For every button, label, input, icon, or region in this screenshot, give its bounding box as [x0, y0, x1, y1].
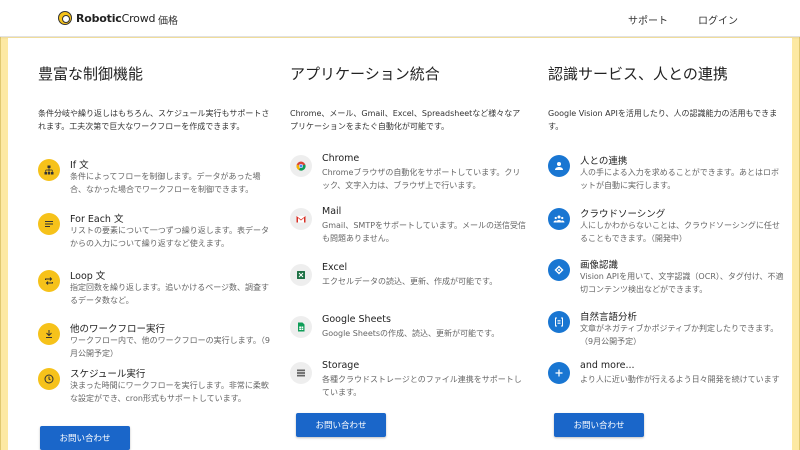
feature-item-desc: Vision APIを用いて、文字認識（OCR）、タグ付け、不適切コンテンツ検出…	[580, 272, 784, 294]
language-icon	[548, 311, 570, 333]
nav-support-link[interactable]: サポート	[628, 12, 668, 27]
feature-item-sheets: Google Sheets Google Sheetsの作成、読込、更新が可能で…	[290, 314, 530, 364]
column-title: 認識サービス、人との連携	[548, 65, 728, 83]
feature-item-desc: 人の手による入力を求めることができます。あとはロボットが自動に実行します。	[580, 168, 779, 190]
feature-item-title: and more...	[580, 360, 635, 371]
feature-item-chrome: Chrome Chromeブラウザの自動化をサポートしています。クリック、文字入…	[290, 153, 530, 203]
column-title: 豊富な制御機能	[38, 65, 144, 83]
column-description: Google Vision APIを活用したり、人の認識能力の活用もできます。	[548, 109, 778, 131]
feature-item-title: 人との連携	[580, 156, 628, 167]
excel-icon	[290, 264, 312, 286]
feature-item-crowdsourcing: クラウドソーシング 人にしかわからないことは、クラウドソーシングに任せることもで…	[548, 206, 788, 256]
feature-item-title: For Each 文	[70, 214, 124, 225]
feature-item-title: Storage	[322, 360, 360, 371]
nav-pricing-link[interactable]: 価格	[158, 12, 178, 27]
vision-icon	[548, 259, 570, 281]
download-icon	[38, 323, 60, 345]
feature-item-title: 自然言語分析	[580, 312, 638, 323]
feature-item-more: and more... より人に近い動作が行えるよう日々開発を続けています	[548, 360, 788, 410]
feature-item-desc: Chromeブラウザの自動化をサポートしています。クリック、文字入力は、ブラウザ…	[322, 168, 521, 190]
feature-item-foreach: For Each 文 リストの要素について一つずつ繰り返します。表データからの入…	[38, 211, 278, 261]
sitemap-icon	[38, 159, 60, 181]
feature-item-desc: 指定回数を繰り返します。追いかけるページ数、調査するデータ数など。	[70, 283, 270, 305]
feature-item-desc: 人にしかわからないことは、クラウドソーシングに任せることもできます。（開発中）	[580, 221, 780, 243]
sheets-icon	[290, 316, 312, 338]
feature-column-apps: アプリケーション統合 Chrome、メール、Gmail、Excel、Spread…	[290, 38, 530, 450]
feature-item-desc: リストの要素について一つずつ繰り返します。表データからの入力について繰り返すなど…	[70, 226, 269, 248]
feature-item-title: Excel	[322, 262, 348, 273]
feature-item-title: 他のワークフロー実行	[70, 324, 166, 335]
contact-button[interactable]: お問い合わせ	[554, 413, 644, 437]
clock-icon	[38, 368, 60, 390]
feature-item-desc: より人に近い動作が行えるよう日々開発を続けています	[580, 375, 780, 384]
feature-column-control: 豊富な制御機能 条件分岐や繰り返しはもちろん、スケジュール実行もサポートされます…	[38, 38, 278, 450]
feature-item-desc: エクセルデータの読込、更新、作成が可能です。	[322, 277, 498, 286]
logo-mark-icon	[58, 11, 72, 25]
contact-button[interactable]: お問い合わせ	[40, 426, 130, 450]
feature-item-title: 画像認識	[580, 260, 619, 271]
column-description: Chrome、メール、Gmail、Excel、Spreadsheetなど様々なア…	[290, 109, 521, 131]
feature-column-recognition: 認識サービス、人との連携 Google Vision APIを活用したり、人の認…	[548, 38, 788, 450]
feature-item-schedule: スケジュール実行 決まった時間にワークフローを実行します。非常に柔軟な設定ができ…	[38, 366, 278, 416]
group-icon	[548, 208, 570, 230]
nav-right: サポート ログイン	[628, 12, 738, 27]
feature-item-desc: Gmail、SMTPをサポートしています。メールの送信受信も問題ありません。	[322, 221, 526, 243]
feature-item-title: Loop 文	[70, 271, 106, 282]
column-description: 条件分岐や繰り返しはもちろん、スケジュール実行もサポートされます。工夫次第で巨大…	[38, 109, 270, 131]
feature-item-loop: Loop 文 指定回数を繰り返します。追いかけるページ数、調査するデータ数など。	[38, 268, 278, 318]
feature-item-desc: 条件によってフローを制御します。データがあった場合、なかった場合でワークフローを…	[70, 172, 261, 194]
feature-item-storage: Storage 各種クラウドストレージとのファイル連携をサポートしています。	[290, 360, 530, 410]
site-header: RoboticCrowd 価格 サポート ログイン	[0, 0, 800, 37]
feature-item-nlp: 自然言語分析 文章がネガティブかポジティブか判定したりできます。（9月公開予定）	[548, 309, 788, 359]
plus-icon	[548, 362, 570, 384]
feature-item-title: Mail	[322, 206, 342, 217]
list-icon	[38, 213, 60, 235]
feature-item-desc: Google Sheetsの作成、読込、更新が可能です。	[322, 329, 500, 338]
logo-text: RoboticCrowd	[76, 11, 156, 25]
nav-login-link[interactable]: ログイン	[698, 12, 738, 27]
feature-item-title: Chrome	[322, 153, 360, 164]
feature-item-mail: Mail Gmail、SMTPをサポートしています。メールの送信受信も問題ありま…	[290, 206, 530, 256]
column-title: アプリケーション統合	[290, 65, 440, 83]
feature-item-excel: Excel エクセルデータの読込、更新、作成が可能です。	[290, 262, 530, 312]
feature-item-desc: ワークフロー内で、他のワークフローの実行します。（9月公開予定）	[70, 336, 270, 358]
person-icon	[548, 155, 570, 177]
logo[interactable]: RoboticCrowd	[58, 8, 155, 28]
chrome-icon	[290, 155, 312, 177]
feature-item-subflow: 他のワークフロー実行 ワークフロー内で、他のワークフローの実行します。（9月公開…	[38, 321, 278, 371]
feature-item-desc: 決まった時間にワークフローを実行します。非常に柔軟な設定ができ、cron形式もサ…	[70, 381, 269, 403]
contact-button[interactable]: お問い合わせ	[296, 413, 386, 437]
feature-item-title: If 文	[70, 160, 89, 171]
feature-item-if: If 文 条件によってフローを制御します。データがあった場合、なかった場合でワー…	[38, 157, 278, 207]
feature-item-image-recognition: 画像認識 Vision APIを用いて、文字認識（OCR）、タグ付け、不適切コン…	[548, 257, 788, 307]
storage-icon	[290, 362, 312, 384]
feature-item-title: スケジュール実行	[70, 369, 146, 380]
feature-item-title: クラウドソーシング	[580, 209, 666, 220]
feature-item-title: Google Sheets	[322, 314, 391, 325]
gmail-icon	[290, 208, 312, 230]
features-section: 豊富な制御機能 条件分岐や繰り返しはもちろん、スケジュール実行もサポートされます…	[8, 38, 792, 450]
feature-item-desc: 文章がネガティブかポジティブか判定したりできます。（9月公開予定）	[580, 324, 779, 346]
feature-item-desc: 各種クラウドストレージとのファイル連携をサポートしています。	[322, 375, 522, 397]
feature-item-human: 人との連携 人の手による入力を求めることができます。あとはロボットが自動に実行し…	[548, 153, 788, 203]
repeat-icon	[38, 270, 60, 292]
